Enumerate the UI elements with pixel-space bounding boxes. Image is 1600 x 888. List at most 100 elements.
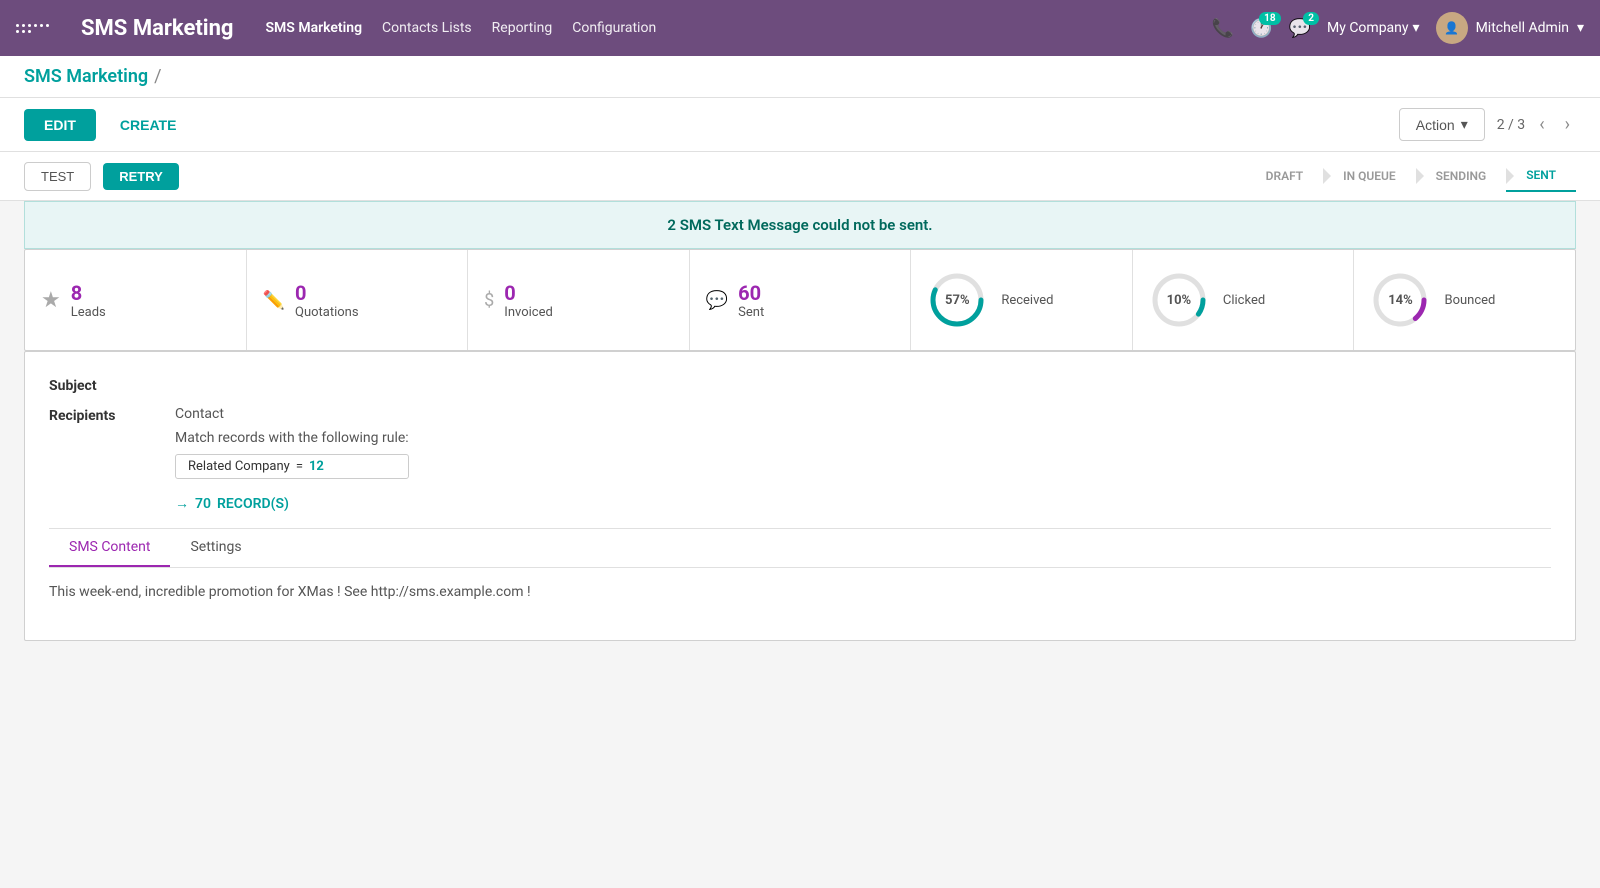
next-record-button[interactable]: ›: [1559, 112, 1576, 137]
main-toolbar: EDIT CREATE Action ▾ 2 / 3 ‹ ›: [0, 98, 1600, 152]
breadcrumb-separator: /: [154, 66, 161, 87]
record-counter: 2 / 3 ‹ ›: [1497, 112, 1576, 137]
action-dropdown-icon: ▾: [1461, 116, 1468, 133]
tab-content-sms: This week-end, incredible promotion for …: [49, 568, 1551, 616]
quotations-numbers: 0 Quotations: [295, 281, 359, 320]
apps-grid-icon[interactable]: [16, 24, 49, 33]
app-brand: SMS Marketing: [81, 16, 234, 41]
nav-reporting[interactable]: Reporting: [492, 16, 553, 40]
activity-icon[interactable]: 🕐 18: [1250, 18, 1272, 39]
invoiced-count: 0: [504, 281, 553, 305]
match-rule-text: Match records with the following rule:: [175, 430, 409, 446]
page: SMS Marketing SMS Marketing Contacts Lis…: [0, 0, 1600, 888]
invoiced-label: Invoiced: [504, 305, 553, 320]
leads-icon: ★: [41, 288, 61, 313]
messages-icon[interactable]: 💬 2: [1289, 18, 1311, 39]
content-area: 2 SMS Text Message could not be sent. ★ …: [0, 201, 1600, 665]
status-draft[interactable]: DRAFT: [1246, 161, 1324, 191]
action-label: Action: [1416, 117, 1455, 133]
stat-quotations[interactable]: ✏️ 0 Quotations: [247, 250, 469, 350]
rule-operator: =: [296, 459, 303, 474]
user-menu[interactable]: 👤 Mitchell Admin ▾: [1436, 12, 1584, 44]
sent-count: 60: [738, 281, 764, 305]
invoiced-numbers: 0 Invoiced: [504, 281, 553, 320]
leads-numbers: 8 Leads: [71, 281, 106, 320]
quotations-icon: ✏️: [263, 290, 285, 311]
invoiced-icon: $: [484, 290, 494, 311]
status-sending[interactable]: SENDING: [1416, 161, 1507, 191]
breadcrumb: SMS Marketing /: [0, 56, 1600, 98]
test-button[interactable]: TEST: [24, 162, 91, 191]
sms-content-text: This week-end, incredible promotion for …: [49, 584, 1551, 600]
tabs-header: SMS Content Settings: [49, 529, 1551, 568]
company-selector[interactable]: My Company ▾: [1327, 20, 1420, 36]
counter-text: 2 / 3: [1497, 117, 1525, 133]
stat-bounced[interactable]: 14% Bounced: [1354, 250, 1575, 350]
nav-contacts-lists[interactable]: Contacts Lists: [382, 16, 472, 40]
top-navigation: SMS Marketing SMS Marketing Contacts Lis…: [0, 0, 1600, 56]
stats-bar: ★ 8 Leads ✏️ 0 Quotations $ 0 Invoice: [24, 249, 1576, 351]
user-name: Mitchell Admin: [1476, 20, 1569, 36]
rule-field: Related Company: [188, 459, 290, 474]
received-label: Received: [1001, 293, 1053, 308]
recipients-contact: Contact: [175, 406, 409, 422]
nav-sms-marketing[interactable]: SMS Marketing: [266, 16, 363, 40]
sent-label: Sent: [738, 305, 764, 320]
status-sent[interactable]: SENT: [1506, 160, 1576, 192]
leads-count: 8: [71, 281, 106, 305]
sent-numbers: 60 Sent: [738, 281, 764, 320]
activity-badge: 18: [1259, 12, 1280, 25]
secondary-toolbar: TEST RETRY DRAFT IN QUEUE SENDING SENT: [0, 152, 1600, 201]
clicked-donut: 10%: [1149, 270, 1209, 330]
records-link[interactable]: → 70 RECORD(S): [175, 495, 409, 512]
create-button[interactable]: CREATE: [108, 109, 189, 141]
edit-button[interactable]: EDIT: [24, 109, 96, 141]
stat-clicked[interactable]: 10% Clicked: [1133, 250, 1355, 350]
rule-value: 12: [309, 459, 324, 474]
stat-leads[interactable]: ★ 8 Leads: [25, 250, 247, 350]
recipients-value-block: Contact Match records with the following…: [175, 406, 409, 512]
clicked-pct: 10%: [1167, 293, 1192, 308]
tab-settings[interactable]: Settings: [170, 529, 261, 567]
stat-invoiced[interactable]: $ 0 Invoiced: [468, 250, 690, 350]
quotations-count: 0: [295, 281, 359, 305]
status-in-queue[interactable]: IN QUEUE: [1323, 161, 1416, 191]
recipients-label: Recipients: [49, 406, 159, 424]
received-donut: 57%: [927, 270, 987, 330]
retry-button[interactable]: RETRY: [103, 163, 179, 190]
prev-record-button[interactable]: ‹: [1533, 112, 1550, 137]
bounced-pct: 14%: [1388, 293, 1413, 308]
tab-sms-content[interactable]: SMS Content: [49, 529, 170, 567]
subject-row: Subject: [49, 376, 1551, 394]
stat-sent[interactable]: 💬 60 Sent: [690, 250, 912, 350]
company-name: My Company: [1327, 20, 1409, 36]
sent-icon: 💬: [706, 290, 728, 311]
user-avatar: 👤: [1436, 12, 1468, 44]
topnav-icons: 📞 🕐 18 💬 2 My Company ▾ 👤 Mitchell Admin…: [1212, 12, 1584, 44]
stat-received[interactable]: 57% Received: [911, 250, 1133, 350]
recipients-row: Recipients Contact Match records with th…: [49, 406, 1551, 512]
action-button[interactable]: Action ▾: [1399, 108, 1485, 141]
clicked-label: Clicked: [1223, 293, 1265, 308]
tabs-container: SMS Content Settings This week-end, incr…: [49, 528, 1551, 616]
breadcrumb-link[interactable]: SMS Marketing: [24, 66, 148, 87]
status-pipeline: DRAFT IN QUEUE SENDING SENT: [1246, 160, 1576, 192]
arrow-icon: →: [175, 495, 189, 512]
nav-links: SMS Marketing Contacts Lists Reporting C…: [266, 16, 657, 40]
rule-chip[interactable]: Related Company = 12: [175, 454, 409, 479]
records-count: 70: [195, 496, 211, 512]
received-pct: 57%: [945, 293, 970, 308]
bounced-donut: 14%: [1370, 270, 1430, 330]
form-card: Subject Recipients Contact Match records…: [24, 351, 1576, 641]
user-dropdown-icon: ▾: [1577, 20, 1584, 36]
company-dropdown-icon: ▾: [1413, 20, 1420, 36]
bounced-label: Bounced: [1444, 293, 1495, 308]
leads-label: Leads: [71, 305, 106, 320]
quotations-label: Quotations: [295, 305, 359, 320]
messages-badge: 2: [1303, 12, 1319, 25]
subject-label: Subject: [49, 376, 159, 394]
nav-configuration[interactable]: Configuration: [572, 16, 656, 40]
phone-icon[interactable]: 📞: [1212, 18, 1234, 39]
alert-banner: 2 SMS Text Message could not be sent.: [24, 201, 1576, 249]
records-label: RECORD(S): [217, 496, 289, 512]
